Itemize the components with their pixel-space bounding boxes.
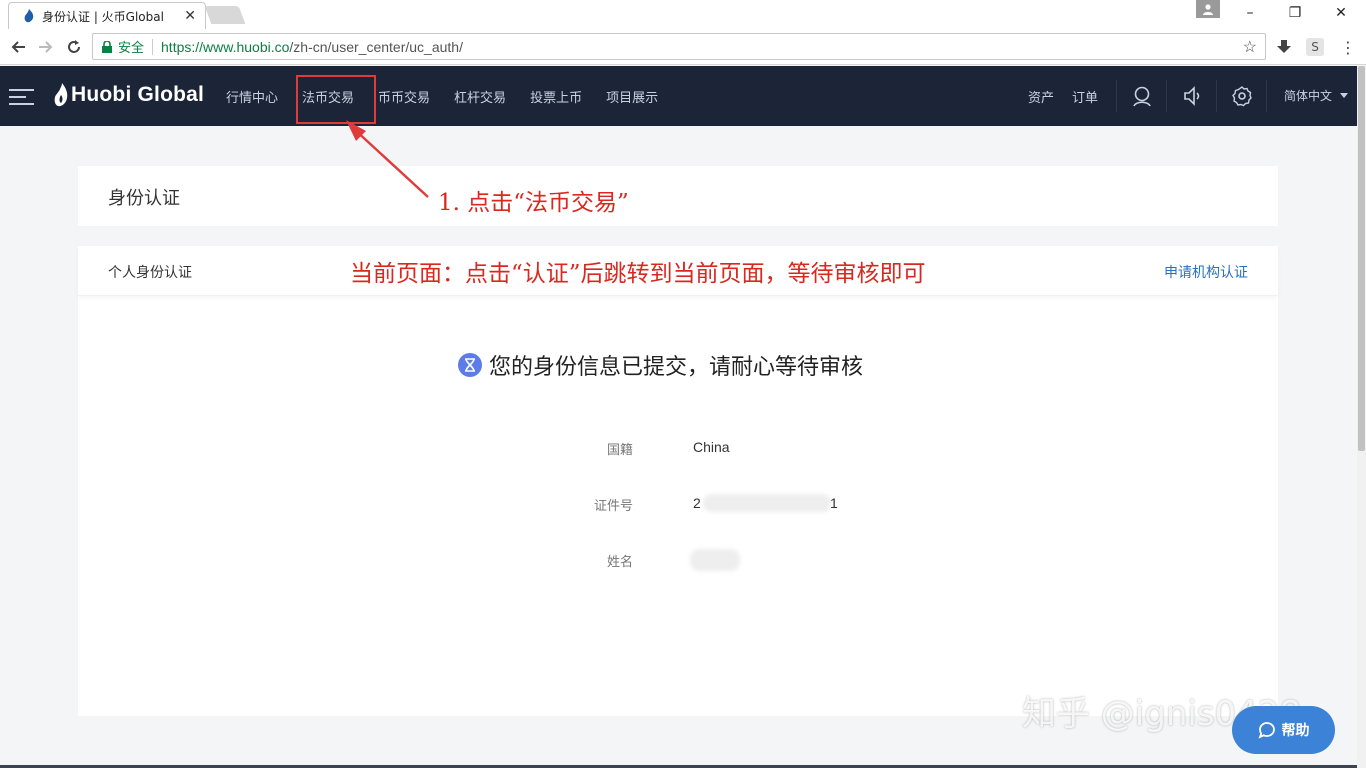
annotation-arrow-icon — [346, 120, 429, 198]
header-divider — [1266, 80, 1267, 112]
restore-icon[interactable]: ❐ — [1285, 4, 1305, 22]
minimize-icon[interactable]: – — [1240, 4, 1260, 22]
header-divider — [1116, 80, 1117, 112]
nav-item-projects[interactable]: 项目展示 — [606, 87, 658, 106]
field-value-id-end: 1 — [830, 495, 838, 511]
id-number-redaction — [703, 494, 831, 512]
orders-link[interactable]: 订单 — [1072, 87, 1098, 106]
help-label: 帮助 — [1281, 723, 1310, 739]
extension-s-icon[interactable]: S — [1306, 38, 1324, 56]
name-redaction — [690, 549, 740, 571]
back-arrow-icon[interactable] — [8, 37, 28, 57]
help-button[interactable]: 帮助 — [1232, 706, 1335, 754]
annotation-step1: 1. 点击“法币交易” — [438, 190, 629, 216]
site-header: Huobi Global 行情中心 法币交易 币币交易 杠杆交易 投票上币 项目… — [0, 66, 1357, 126]
download-icon[interactable] — [1275, 38, 1293, 56]
nav-item-market[interactable]: 行情中心 — [226, 87, 278, 106]
header-divider — [1216, 80, 1217, 112]
browser-tab[interactable]: 身份认证 | 火币Global ✕ — [8, 2, 206, 29]
huobi-logo[interactable]: Huobi Global — [54, 83, 204, 107]
address-bar[interactable]: 安全 https://www.huobi.co/zh-cn/user_cente… — [92, 33, 1266, 60]
url-host: https://www.huobi.co — [161, 38, 290, 55]
nav-item-coin-trading[interactable]: 币币交易 — [378, 87, 430, 106]
identity-card: 个人身份认证 申请机构认证 您的身份信息已提交，请耐心等待审核 国籍 China… — [78, 246, 1278, 716]
huobi-favicon-icon — [24, 9, 34, 23]
annotation-note: 当前页面：点击“认证”后跳转到当前页面，等待审核即可 — [350, 261, 926, 287]
reload-icon[interactable] — [64, 37, 84, 57]
status-message: 您的身份信息已提交，请耐心等待审核 — [489, 355, 864, 380]
status-message-row: 您的身份信息已提交，请耐心等待审核 — [458, 349, 863, 381]
browser-toolbar: 安全 https://www.huobi.co/zh-cn/user_cente… — [0, 29, 1366, 65]
logo-text: Huobi Global — [71, 83, 205, 106]
apply-org-auth-link[interactable]: 申请机构认证 — [1164, 262, 1248, 282]
lock-icon — [102, 40, 112, 53]
user-icon[interactable] — [1131, 85, 1153, 107]
main-nav: 行情中心 法币交易 币币交易 杠杆交易 投票上币 项目展示 — [226, 66, 682, 126]
omnibox-separator — [152, 38, 154, 55]
scrollbar-thumb[interactable] — [1358, 66, 1365, 451]
field-label-id-number: 证件号 — [593, 499, 633, 514]
bookmark-star-icon[interactable]: ☆ — [1243, 37, 1257, 57]
field-value-id-start: 2 — [693, 495, 701, 511]
assets-link[interactable]: 资产 — [1028, 87, 1054, 106]
browser-tabstrip: 身份认证 | 火币Global ✕ – ❐ ✕ — [0, 0, 1366, 29]
browser-menu-icon[interactable]: ⋮ — [1339, 38, 1357, 57]
page-scrollbar[interactable] — [1357, 66, 1366, 768]
tab-title: 身份认证 | 火币Global — [42, 9, 164, 24]
huobi-flame-icon — [54, 83, 68, 107]
settings-gear-icon[interactable] — [1231, 85, 1253, 107]
hamburger-menu-icon[interactable] — [9, 89, 34, 105]
field-value-nationality: China — [693, 439, 730, 455]
profile-icon[interactable] — [1196, 0, 1220, 18]
tab-close-icon[interactable]: ✕ — [184, 8, 196, 24]
header-divider — [1166, 80, 1167, 112]
secure-label: 安全 — [118, 40, 145, 55]
language-select[interactable]: 简体中文 — [1284, 87, 1332, 104]
section-title: 个人身份认证 — [108, 265, 192, 281]
chat-bubble-icon — [1257, 722, 1275, 739]
field-label-name: 姓名 — [606, 555, 633, 570]
new-tab-button[interactable] — [204, 6, 246, 24]
nav-item-vote-listing[interactable]: 投票上币 — [530, 87, 582, 106]
page-title-card: 身份认证 — [78, 166, 1278, 226]
forward-arrow-icon[interactable] — [36, 37, 56, 57]
window-close-icon[interactable]: ✕ — [1331, 4, 1351, 22]
nav-item-margin-trading[interactable]: 杠杆交易 — [454, 87, 506, 106]
page-title: 身份认证 — [108, 188, 180, 209]
url-path: /zh-cn/user_center/uc_auth/ — [289, 38, 463, 55]
speaker-icon[interactable] — [1182, 85, 1204, 107]
hourglass-icon — [458, 353, 482, 377]
chevron-down-icon[interactable] — [1340, 93, 1348, 98]
field-label-nationality: 国籍 — [606, 443, 633, 458]
